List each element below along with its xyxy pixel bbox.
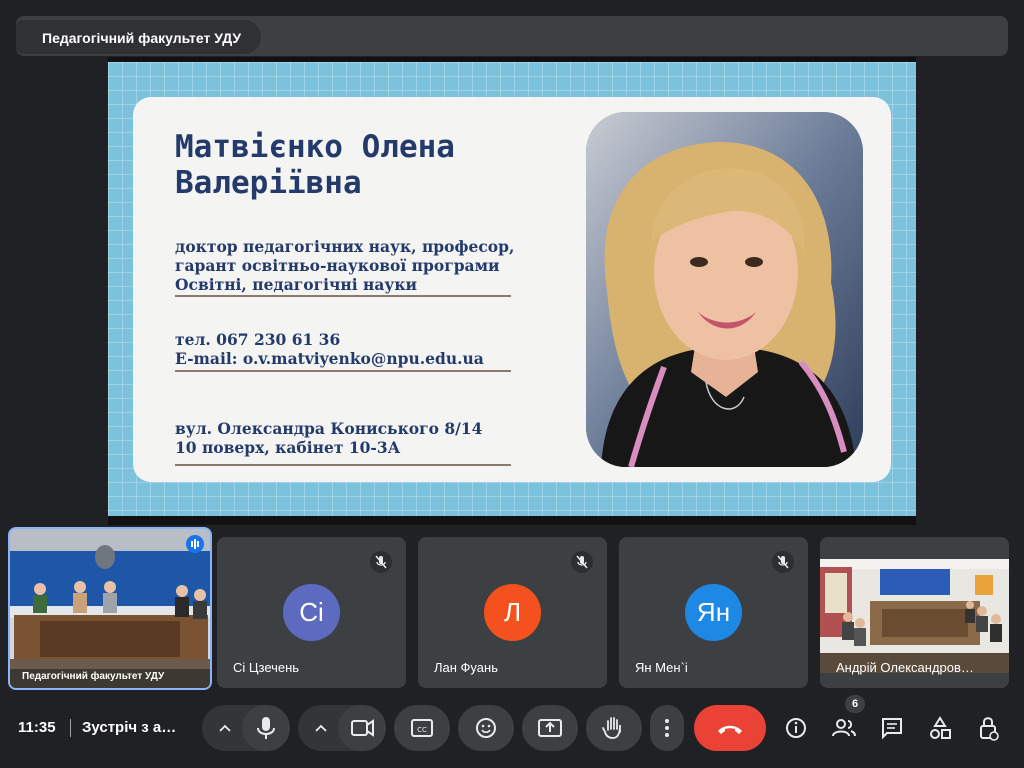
chat-button[interactable]: [869, 705, 915, 751]
participant-tile[interactable]: Ян Ян Мен`і: [619, 537, 808, 688]
avatar: Ян: [685, 584, 742, 641]
presenter-name: Педагогічний факультет УДУ: [16, 20, 262, 54]
presentation-area: Матвієнко Олена Валеріївна доктор педаго…: [108, 57, 916, 525]
camera-icon: [351, 719, 374, 737]
end-call-icon: [718, 725, 742, 734]
slide-address-line2: 10 поверх, кабінет 10-3А: [175, 438, 401, 457]
slide-person-name: Матвієнко Олена Валеріївна: [175, 129, 455, 201]
participant-tile-video[interactable]: Андрій Олександров…: [820, 537, 1009, 688]
speaking-indicator-icon: [186, 535, 204, 553]
slide-credentials-line2: гарант освітньо-наукової програми: [175, 256, 500, 275]
slide-email: E-mail: o.v.matviyenko@npu.edu.ua: [175, 349, 484, 368]
participant-name: Андрій Олександров…: [836, 660, 974, 675]
slide-name-line1: Матвієнко Олена: [175, 129, 455, 165]
present-icon: [538, 719, 562, 737]
captions-icon: CC: [411, 719, 433, 737]
mic-off-icon: [571, 551, 593, 573]
bottom-toolbar: 11:35 Зустріч з а… CC 6: [0, 695, 1024, 768]
mic-button[interactable]: [242, 705, 290, 751]
slide-credentials-line1: доктор педагогічних наук, професор,: [175, 237, 515, 256]
avatar: Сі: [283, 584, 340, 641]
slide-address-line1: вул. Олександра Кониського 8/14: [175, 419, 483, 438]
mic-icon: [257, 717, 275, 739]
avatar: Л: [484, 584, 541, 641]
participants-count-badge: 6: [845, 695, 865, 713]
chat-icon: [882, 718, 902, 740]
meeting-title[interactable]: Зустріч з а…: [82, 719, 176, 736]
slide: Матвієнко Олена Валеріївна доктор педаго…: [108, 62, 916, 516]
chevron-up-icon[interactable]: [312, 719, 330, 742]
slide-credentials: доктор педагогічних наук, професор, гара…: [175, 237, 514, 294]
raise-hand-icon: [602, 717, 621, 739]
portrait-photo: [586, 112, 863, 467]
divider: [70, 719, 71, 737]
participant-name: Педагогічний факультет УДУ: [22, 671, 165, 682]
participant-name: Лан Фуань: [434, 660, 498, 675]
emoji-button[interactable]: [458, 705, 514, 751]
slide-credentials-line3: Освітні, педагогічні науки: [175, 275, 418, 294]
svg-text:CC: CC: [417, 726, 427, 734]
activities-icon: [930, 716, 951, 739]
meet-window: Педагогічний факультет УДУ Матвієнко Оле…: [0, 0, 1024, 768]
info-button[interactable]: [773, 705, 819, 751]
participant-name: Сі Цзечень: [233, 660, 300, 675]
chevron-up-icon[interactable]: [216, 719, 234, 742]
divider: [175, 370, 511, 372]
participant-tile[interactable]: Сі Сі Цзечень: [217, 537, 406, 688]
activities-button[interactable]: [917, 705, 963, 751]
more-options-button[interactable]: [650, 705, 684, 751]
slide-card: Матвієнко Олена Валеріївна доктор педаго…: [133, 97, 891, 482]
participant-tile[interactable]: Л Лан Фуань: [418, 537, 607, 688]
raise-hand-button[interactable]: [586, 705, 642, 751]
info-icon: [786, 718, 806, 738]
camera-button[interactable]: [338, 705, 386, 751]
slide-name-line2: Валеріївна: [175, 165, 362, 201]
divider: [175, 464, 511, 466]
slide-address: вул. Олександра Кониського 8/14 10 повер…: [175, 419, 482, 457]
end-call-button[interactable]: [694, 705, 766, 751]
present-button[interactable]: [522, 705, 578, 751]
slide-contacts: тел. 067 230 61 36 E-mail: o.v.matviyenk…: [175, 330, 484, 368]
slide-phone: тел. 067 230 61 36: [175, 330, 341, 349]
self-video: [10, 529, 210, 688]
divider: [175, 295, 511, 297]
host-controls-icon: [980, 717, 999, 741]
mic-off-icon: [370, 551, 392, 573]
clock: 11:35: [18, 719, 56, 736]
host-controls-button[interactable]: [965, 705, 1011, 751]
captions-button[interactable]: CC: [394, 705, 450, 751]
more-icon: [665, 719, 669, 737]
participant-tile-self[interactable]: Педагогічний факультет УДУ: [8, 527, 212, 690]
participant-name: Ян Мен`і: [635, 660, 688, 675]
mic-off-icon: [772, 551, 794, 573]
emoji-icon: [476, 718, 496, 738]
